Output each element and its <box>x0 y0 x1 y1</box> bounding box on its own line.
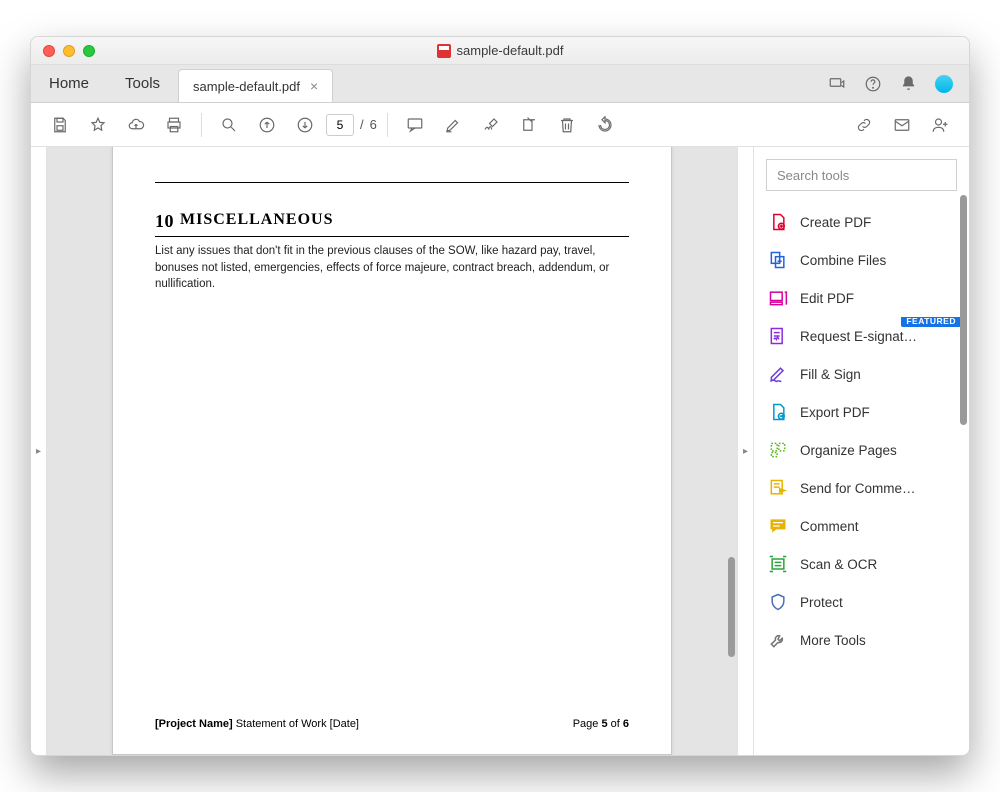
tool-label: Create PDF <box>800 215 871 230</box>
tool-item-protect[interactable]: Protect <box>758 583 965 621</box>
link-share-button[interactable] <box>847 108 881 142</box>
tool-label: Protect <box>800 595 843 610</box>
tool-label: Comment <box>800 519 859 534</box>
tool-label: Organize Pages <box>800 443 897 458</box>
page-number-input[interactable] <box>326 114 354 136</box>
tools-list: Create PDF Combine Files Edit PDF Request E… <box>754 203 969 755</box>
tool-icon <box>768 364 788 384</box>
tool-item-comment[interactable]: Comment <box>758 507 965 545</box>
tool-label: More Tools <box>800 633 866 648</box>
section-header: 10 MISCELLANEOUS <box>155 211 629 237</box>
tool-label: Export PDF <box>800 405 870 420</box>
app-window: sample-default.pdf Home Tools sample-def… <box>30 36 970 756</box>
help-icon[interactable] <box>864 75 882 93</box>
tool-item-send-for-comme[interactable]: Send for Comme… <box>758 469 965 507</box>
print-button[interactable] <box>157 108 191 142</box>
tool-label: Edit PDF <box>800 291 854 306</box>
section-body: List any issues that don't fit in the pr… <box>155 243 629 293</box>
prev-page-button[interactable] <box>250 108 284 142</box>
footer-left: [Project Name] Statement of Work [Date] <box>155 718 359 730</box>
left-panel-toggle[interactable]: ▸ <box>31 147 47 755</box>
tool-icon <box>768 554 788 574</box>
tool-item-organize-pages[interactable]: Organize Pages <box>758 431 965 469</box>
save-button[interactable] <box>43 108 77 142</box>
delete-tool-button[interactable] <box>550 108 584 142</box>
comment-tool-button[interactable] <box>398 108 432 142</box>
tool-icon <box>768 288 788 308</box>
document-scrollbar[interactable] <box>728 557 735 657</box>
document-page: 10 MISCELLANEOUS List any issues that do… <box>112 147 672 755</box>
next-page-button[interactable] <box>288 108 322 142</box>
tools-panel: Search tools Create PDF Combine Files Edit… <box>753 147 969 755</box>
tool-item-combine-files[interactable]: Combine Files <box>758 241 965 279</box>
tool-icon <box>768 630 788 650</box>
section-title: MISCELLANEOUS <box>180 211 333 232</box>
tool-label: Combine Files <box>800 253 886 268</box>
footer-right: Page 5 of 6 <box>573 718 629 730</box>
email-button[interactable] <box>885 108 919 142</box>
user-avatar-icon[interactable] <box>935 75 953 93</box>
tool-icon <box>768 440 788 460</box>
tab-home[interactable]: Home <box>31 65 107 102</box>
tool-label: Scan & OCR <box>800 557 877 572</box>
tool-item-edit-pdf[interactable]: Edit PDF <box>758 279 965 317</box>
tab-close-icon[interactable]: × <box>310 78 318 94</box>
tool-item-create-pdf[interactable]: Create PDF <box>758 203 965 241</box>
featured-badge: FEATURED <box>901 317 961 327</box>
tab-right-icons <box>812 65 969 102</box>
tool-icon <box>768 516 788 536</box>
window-title-text: sample-default.pdf <box>457 43 564 58</box>
tool-icon <box>768 592 788 612</box>
page-total: 6 <box>370 117 377 132</box>
tool-label: Request E-signat… <box>800 329 917 344</box>
sign-tool-button[interactable] <box>474 108 508 142</box>
tab-strip: Home Tools sample-default.pdf × <box>31 65 969 103</box>
tool-icon <box>768 250 788 270</box>
tab-active-label: sample-default.pdf <box>193 79 300 94</box>
tool-item-scan-ocr[interactable]: Scan & OCR <box>758 545 965 583</box>
toolbar: / 6 <box>31 103 969 147</box>
document-viewport[interactable]: 10 MISCELLANEOUS List any issues that do… <box>47 147 737 755</box>
tool-item-request-e-signat[interactable]: Request E-signat… FEATURED <box>758 317 965 355</box>
tool-item-fill-sign[interactable]: Fill & Sign <box>758 355 965 393</box>
highlight-tool-button[interactable] <box>436 108 470 142</box>
star-button[interactable] <box>81 108 115 142</box>
notifications-icon[interactable] <box>900 75 917 92</box>
tools-search-input[interactable]: Search tools <box>766 159 957 191</box>
window-title: sample-default.pdf <box>31 43 969 58</box>
page-top-rule <box>155 182 629 183</box>
content-row: ▸ 10 MISCELLANEOUS List any issues that … <box>31 147 969 755</box>
tool-label: Fill & Sign <box>800 367 861 382</box>
tools-search-placeholder: Search tools <box>777 168 849 183</box>
rotate-tool-button[interactable] <box>588 108 622 142</box>
right-panel-toggle[interactable]: ▸ <box>737 147 753 755</box>
tool-item-more-tools[interactable]: More Tools <box>758 621 965 659</box>
page-sep: / <box>360 117 364 132</box>
share-device-icon[interactable] <box>828 75 846 93</box>
zoom-button[interactable] <box>212 108 246 142</box>
tool-item-export-pdf[interactable]: Export PDF <box>758 393 965 431</box>
tool-icon <box>768 326 788 346</box>
titlebar: sample-default.pdf <box>31 37 969 65</box>
crop-tool-button[interactable] <box>512 108 546 142</box>
tab-tools[interactable]: Tools <box>107 65 178 102</box>
cloud-upload-button[interactable] <box>119 108 153 142</box>
tab-active-document[interactable]: sample-default.pdf × <box>178 69 333 102</box>
page-indicator: / 6 <box>326 114 377 136</box>
page-footer: [Project Name] Statement of Work [Date] … <box>155 706 629 730</box>
tool-label: Send for Comme… <box>800 481 916 496</box>
tool-icon <box>768 402 788 422</box>
tools-panel-scrollbar[interactable] <box>960 195 967 425</box>
add-person-button[interactable] <box>923 108 957 142</box>
tool-icon <box>768 478 788 498</box>
pdf-file-icon <box>437 44 451 58</box>
section-number: 10 <box>155 211 174 232</box>
tool-icon <box>768 212 788 232</box>
